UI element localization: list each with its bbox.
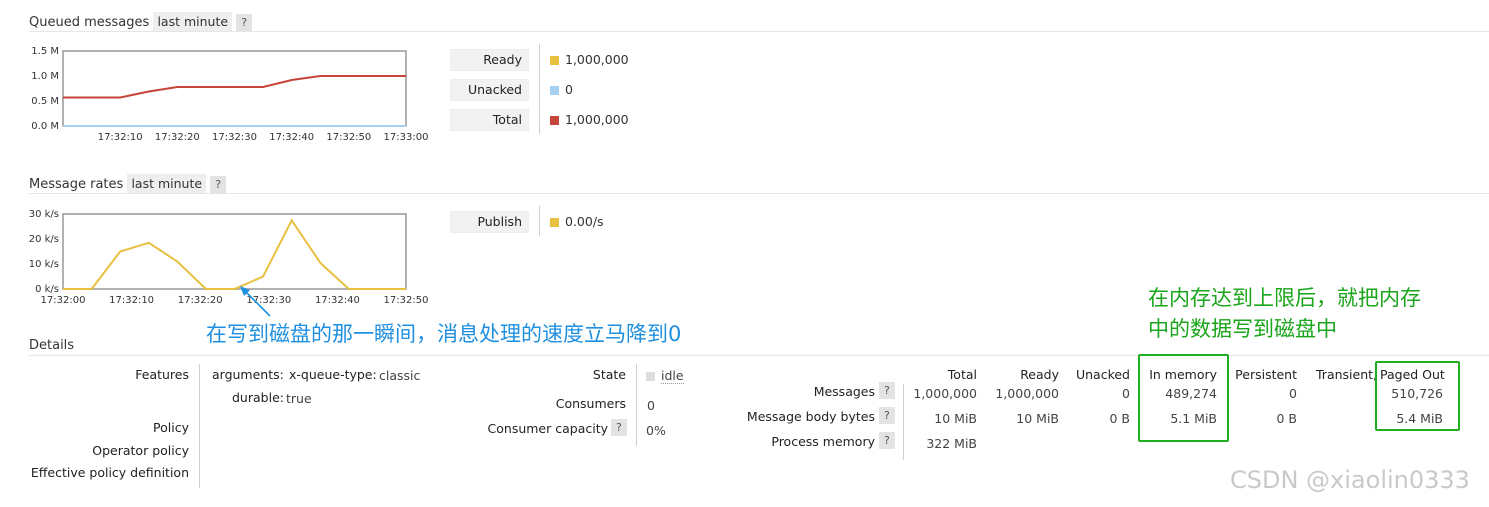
legend-value-text: 1,000,000	[565, 112, 629, 127]
message-rates-chart: 30 k/s 20 k/s 10 k/s 0 k/s17:32:00 17:32:10 1…	[29, 209, 429, 306]
col-total: Total	[947, 367, 977, 382]
legend-toggle-total[interactable]: Total	[450, 109, 529, 131]
messages-persistent: 0	[1289, 386, 1297, 401]
help-button[interactable]: ?	[879, 382, 895, 399]
features-label: Features	[135, 367, 189, 382]
section-divider	[29, 193, 1489, 194]
legend-toggle-ready[interactable]: Ready	[450, 49, 529, 71]
row-body-bytes-label: Message body bytes	[746, 409, 875, 424]
consumer-capacity-label: Consumer capacity	[487, 421, 608, 436]
x-tick-label: 17:32:00	[41, 295, 86, 306]
bytes-ready: 10 MiB	[1016, 411, 1059, 426]
highlight-in-memory	[1138, 354, 1229, 442]
y-tick-label: 0.0 M	[31, 121, 59, 132]
x-tick-label: 17:33:00	[384, 132, 429, 143]
legend-swatch	[550, 86, 559, 95]
queue-type-value: classic	[379, 368, 421, 383]
durable-key: durable:	[232, 390, 284, 405]
messages-ready: 1,000,000	[995, 386, 1059, 401]
legend-value-text: 0	[565, 82, 573, 97]
plot-frame	[62, 50, 407, 127]
section-divider	[29, 355, 1489, 356]
y-tick-label: 20 k/s	[29, 234, 59, 245]
range-selector[interactable]: last minute	[127, 174, 207, 193]
legend-value-unacked: 0	[550, 82, 573, 97]
range-selector[interactable]: last minute	[153, 12, 233, 31]
row-messages-label: Messages	[813, 384, 875, 399]
effective-policy-label: Effective policy definition	[30, 465, 189, 480]
consumers-value: 0	[647, 398, 655, 413]
legend-value-total: 1,000,000	[550, 112, 629, 127]
bytes-unacked: 0 B	[1109, 411, 1130, 426]
queued-messages-chart: 1.5 M 1.0 M 0.5 M 0.0 M 17:32:10 17:32:20 17:3…	[31, 46, 429, 143]
y-tick-label: 10 k/s	[29, 259, 59, 270]
legend-value-text: 1,000,000	[565, 52, 629, 67]
col-ready: Ready	[1020, 367, 1059, 382]
legend-divider	[539, 44, 540, 134]
durable-value: true	[286, 391, 312, 406]
messages-total: 1,000,000	[913, 386, 977, 401]
legend-value-ready: 1,000,000	[550, 52, 629, 67]
col-transient: Transient,	[1316, 367, 1377, 382]
x-tick-label: 17:32:20	[155, 132, 200, 143]
state-indicator-icon	[646, 372, 655, 381]
column-divider	[636, 364, 637, 446]
col-unacked: Unacked	[1075, 367, 1130, 382]
x-tick-label: 17:32:10	[109, 295, 154, 306]
consumers-label: Consumers	[555, 396, 626, 411]
help-button[interactable]: ?	[210, 176, 227, 193]
x-tick-label: 17:32:30	[212, 132, 257, 143]
x-tick-label: 17:32:50	[326, 132, 371, 143]
x-tick-label: 17:32:20	[178, 295, 223, 306]
legend-swatch	[550, 56, 559, 65]
legend-value-text: 0.00/s	[565, 214, 604, 229]
bytes-persistent: 0 B	[1276, 411, 1297, 426]
state-value: idle	[646, 368, 684, 384]
messages-unacked: 0	[1122, 386, 1130, 401]
plot-frame	[62, 213, 407, 290]
annotation-blue: 在写到磁盘的那一瞬间，消息处理的速度立马降到0	[206, 322, 682, 346]
help-button[interactable]: ?	[236, 14, 253, 31]
x-tick-label: 17:32:40	[315, 295, 360, 306]
legend-swatch	[550, 218, 559, 227]
help-button[interactable]: ?	[611, 419, 627, 436]
section-divider	[29, 31, 1489, 32]
highlight-paged-out	[1375, 361, 1460, 431]
legend-divider	[539, 206, 540, 236]
y-tick-label: 30 k/s	[29, 209, 59, 220]
x-tick-label: 17:32:10	[98, 132, 143, 143]
annotation-green: 在内存达到上限后，就把内存 中的数据写到磁盘中	[1148, 286, 1421, 341]
y-tick-label: 0.5 M	[31, 96, 59, 107]
help-button[interactable]: ?	[879, 407, 895, 424]
legend-swatch	[550, 116, 559, 125]
bytes-total: 10 MiB	[934, 411, 977, 426]
col-persistent: Persistent	[1235, 367, 1297, 382]
x-tick-label: 17:32:50	[384, 295, 429, 306]
message-rates-title: Message rates last minute ?	[29, 174, 227, 193]
y-tick-label: 1.5 M	[31, 46, 59, 57]
queued-messages-title: Queued messages last minute ?	[29, 12, 253, 31]
queue-type-key: x-queue-type:	[289, 367, 377, 382]
operator-policy-label: Operator policy	[92, 443, 189, 458]
x-tick-label: 17:32:40	[269, 132, 314, 143]
process-memory-total: 322 MiB	[926, 436, 977, 451]
legend-value-publish: 0.00/s	[550, 214, 604, 229]
annotation-arrow	[240, 286, 271, 317]
help-button[interactable]: ?	[879, 432, 895, 449]
y-tick-label: 1.0 M	[31, 71, 59, 82]
policy-label: Policy	[153, 420, 189, 435]
y-tick-label: 0 k/s	[35, 284, 59, 295]
arguments-key: arguments:	[212, 367, 284, 382]
row-process-memory-label: Process memory	[771, 434, 875, 449]
column-divider	[199, 364, 200, 488]
state-label: State	[592, 367, 626, 382]
legend-toggle-unacked[interactable]: Unacked	[450, 79, 529, 101]
consumer-capacity-value: 0%	[646, 423, 666, 438]
legend-toggle-publish[interactable]: Publish	[450, 211, 529, 233]
details-title: Details	[29, 338, 75, 353]
watermark: CSDN @xiaolin0333	[1230, 466, 1470, 494]
